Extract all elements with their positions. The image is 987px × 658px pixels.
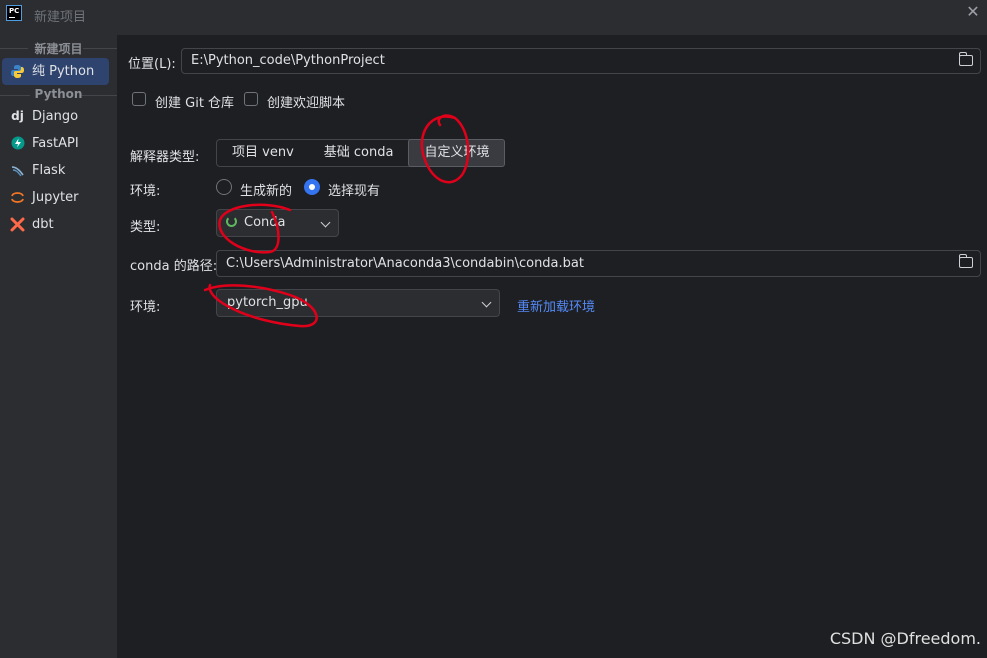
environment-label: 环境:	[130, 184, 161, 199]
dbt-icon	[10, 217, 25, 232]
sidebar: 新建项目 纯 Python Python dj Django FastAPI F…	[0, 35, 118, 658]
conda-path-input[interactable]: C:\Users\Administrator\Anaconda3\condabi…	[216, 250, 981, 277]
create-welcome-label: 创建欢迎脚本	[267, 96, 346, 111]
sidebar-item-label: dbt	[32, 217, 54, 232]
python-icon	[10, 64, 25, 79]
folder-icon[interactable]	[959, 254, 973, 268]
title-bar: PC 新建项目 ✕	[0, 0, 987, 35]
environment-dropdown[interactable]: pytorch_gpu	[216, 289, 500, 317]
main-panel: 位置(L): E:\Python_code\PythonProject 创建 G…	[118, 35, 987, 658]
location-label: 位置(L):	[128, 57, 176, 72]
sidebar-item-label: Flask	[32, 163, 66, 178]
window-title: 新建项目	[34, 10, 87, 25]
sidebar-item-fastapi[interactable]: FastAPI	[0, 130, 117, 157]
interpreter-type-custom-env[interactable]: 自定义环境	[408, 139, 506, 167]
interpreter-type-label: 解释器类型:	[130, 150, 200, 165]
select-existing-radio[interactable]	[304, 179, 320, 195]
generate-new-radio[interactable]	[216, 179, 232, 195]
interpreter-type-base-conda[interactable]: 基础 conda	[309, 140, 409, 166]
sidebar-item-django[interactable]: dj Django	[0, 103, 117, 130]
generate-new-label: 生成新的	[240, 184, 293, 199]
sidebar-item-pure-python[interactable]: 纯 Python	[2, 58, 109, 85]
loading-spinner-icon	[226, 216, 237, 227]
jupyter-icon	[10, 190, 25, 205]
flask-icon	[10, 163, 25, 178]
chevron-down-icon	[481, 297, 492, 308]
select-existing-label: 选择现有	[328, 184, 381, 199]
chevron-down-icon	[320, 217, 331, 228]
sidebar-item-label: FastAPI	[32, 136, 79, 151]
sidebar-item-label: Django	[32, 109, 79, 124]
interpreter-type-segmented: 项目 venv 基础 conda 自定义环境	[216, 139, 506, 167]
sidebar-group-new-project: 新建项目	[0, 40, 117, 56]
environment2-label: 环境:	[130, 300, 161, 315]
location-input[interactable]: E:\Python_code\PythonProject	[181, 48, 981, 74]
create-git-label: 创建 Git 仓库	[155, 96, 235, 111]
conda-path-label: conda 的路径:	[130, 259, 218, 274]
create-welcome-checkbox[interactable]	[244, 92, 258, 106]
create-git-checkbox[interactable]	[132, 92, 146, 106]
reload-environments-link[interactable]: 重新加载环境	[517, 296, 595, 315]
sidebar-item-jupyter[interactable]: Jupyter	[0, 184, 117, 211]
sidebar-group-python: Python	[0, 87, 117, 102]
interpreter-type-project-venv[interactable]: 项目 venv	[217, 140, 309, 166]
conda-path-value: C:\Users\Administrator\Anaconda3\condabi…	[226, 256, 584, 271]
django-icon: dj	[11, 109, 24, 123]
type-value: Conda	[244, 215, 286, 230]
sidebar-item-label: Jupyter	[32, 190, 79, 205]
pycharm-app-icon: PC	[6, 5, 22, 21]
folder-icon[interactable]	[959, 52, 973, 66]
type-dropdown[interactable]: Conda	[216, 209, 339, 237]
fastapi-icon	[10, 136, 25, 151]
environment-value: pytorch_gpu	[227, 295, 308, 310]
sidebar-item-dbt[interactable]: dbt	[0, 211, 117, 238]
sidebar-item-label: 纯 Python	[32, 64, 95, 79]
watermark: CSDN @Dfreedom.	[829, 629, 981, 648]
location-value: E:\Python_code\PythonProject	[191, 53, 385, 68]
close-icon[interactable]: ✕	[965, 4, 981, 20]
sidebar-item-flask[interactable]: Flask	[0, 157, 117, 184]
type-label: 类型:	[130, 220, 161, 235]
